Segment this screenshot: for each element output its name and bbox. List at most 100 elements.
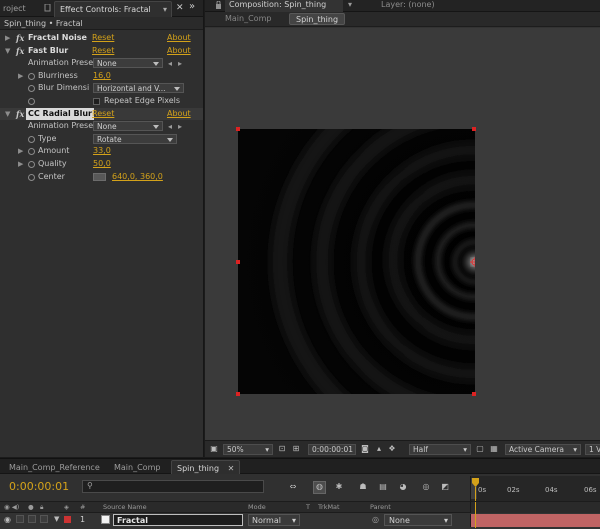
- effect-name[interactable]: CC Radial Blur: [26, 107, 94, 121]
- repeat-edge-checkbox[interactable]: [93, 97, 100, 105]
- grip-icon[interactable]: [44, 3, 51, 12]
- brainstorm-icon[interactable]: ◎: [421, 482, 431, 492]
- shy-layers-icon[interactable]: ☗: [358, 482, 368, 492]
- blend-mode-select[interactable]: Normal ▾: [248, 514, 300, 526]
- effect-row-cc-radial-blur[interactable]: ▼ fx CC Radial Blur Reset About: [0, 107, 203, 121]
- stopwatch-icon[interactable]: [28, 85, 35, 93]
- show-snapshot-icon[interactable]: ▴: [374, 444, 384, 454]
- subtab-main-comp[interactable]: Main_Comp: [225, 14, 271, 25]
- type-select[interactable]: Rotate: [93, 133, 177, 144]
- twirl-closed-icon[interactable]: ▶: [5, 32, 10, 45]
- frame-blending-icon[interactable]: ▤: [378, 482, 388, 492]
- layer-name-field[interactable]: Fractal: [113, 514, 243, 526]
- layer-duration-bar[interactable]: [470, 513, 600, 528]
- zoom-select[interactable]: 50% ▾: [223, 444, 273, 455]
- composition-canvas[interactable]: [238, 129, 475, 394]
- effect-row-fast-blur[interactable]: ▼ fx Fast Blur Reset About: [0, 45, 203, 58]
- solo-toggle[interactable]: [28, 515, 36, 523]
- label-color-swatch[interactable]: [64, 516, 71, 523]
- layer-search-input[interactable]: ⚲: [82, 480, 264, 493]
- column-source-name[interactable]: Source Name: [103, 503, 147, 511]
- stopwatch-icon[interactable]: [28, 97, 35, 105]
- reset-link[interactable]: Reset: [92, 45, 114, 58]
- about-link[interactable]: About: [167, 108, 191, 121]
- fx-icon[interactable]: fx: [16, 108, 24, 121]
- snapshot-camera-icon[interactable]: ◙: [360, 444, 370, 454]
- audio-toggle[interactable]: [16, 515, 24, 523]
- lock-icon[interactable]: [215, 0, 222, 9]
- reset-link[interactable]: Reset: [92, 32, 114, 45]
- twirl-open-icon[interactable]: ▼: [5, 45, 10, 58]
- tab-layer[interactable]: Layer: (none): [381, 0, 435, 11]
- close-icon[interactable]: ✕: [176, 3, 184, 13]
- time-ruler[interactable]: 0s 02s 04s 06s: [470, 476, 600, 501]
- pickwhip-icon[interactable]: ◎: [372, 515, 379, 524]
- resolution-select[interactable]: Half ▾: [409, 444, 471, 455]
- close-icon[interactable]: ✕: [228, 464, 235, 473]
- live-update-icon[interactable]: ◍: [313, 481, 326, 494]
- tab-composition[interactable]: Composition: Spin_thing: [225, 0, 343, 12]
- transform-handle[interactable]: [472, 127, 476, 131]
- fx-icon[interactable]: fx: [16, 32, 24, 45]
- column-number: #: [80, 503, 86, 511]
- comp-mini-flowchart-icon[interactable]: ⇔: [288, 482, 298, 492]
- quality-value[interactable]: 50,0: [93, 158, 111, 171]
- parent-select[interactable]: None ▾: [384, 514, 452, 526]
- current-time-timecode[interactable]: 0:00:00:01: [9, 480, 69, 493]
- subtab-spin-thing[interactable]: Spin_thing: [289, 13, 346, 25]
- stopwatch-icon[interactable]: [28, 173, 35, 181]
- center-value[interactable]: 640,0, 360,0: [112, 171, 163, 184]
- twirl-closed-icon[interactable]: ▶: [18, 158, 23, 171]
- color-channels-icon[interactable]: ❖: [387, 444, 397, 454]
- composition-viewer[interactable]: [205, 28, 600, 440]
- twirl-open-icon[interactable]: ▼: [5, 108, 10, 121]
- param-label: Blur Dimensi: [38, 83, 90, 93]
- graph-editor-icon[interactable]: ◩: [440, 482, 450, 492]
- amount-value[interactable]: 33,0: [93, 145, 111, 158]
- blur-dimensions-select[interactable]: Horizontal and V...: [93, 83, 184, 94]
- region-of-interest-icon[interactable]: ▢: [475, 444, 485, 454]
- camera-select[interactable]: Active Camera ▾: [505, 444, 581, 455]
- motion-blur-icon[interactable]: ◕: [398, 482, 408, 492]
- stopwatch-icon[interactable]: [28, 72, 35, 80]
- effect-name[interactable]: Fast Blur: [28, 45, 68, 58]
- tab-project[interactable]: roject: [0, 1, 31, 17]
- views-select[interactable]: 1 V: [585, 444, 600, 455]
- panel-menu-icon[interactable]: »: [189, 1, 195, 12]
- current-time-display[interactable]: 0:00:00:01: [308, 444, 356, 455]
- anchor-point-crosshair-icon[interactable]: [470, 257, 475, 267]
- transform-handle[interactable]: [236, 127, 240, 131]
- twirl-closed-icon[interactable]: ▼: [54, 515, 59, 523]
- point-target-icon[interactable]: [93, 172, 106, 181]
- transform-handle[interactable]: [236, 260, 240, 264]
- transform-handle[interactable]: [472, 392, 476, 396]
- fit-frame-icon[interactable]: ⊡: [277, 444, 287, 454]
- animation-preset-select[interactable]: None: [93, 58, 163, 69]
- fx-icon[interactable]: fx: [16, 45, 24, 58]
- about-link[interactable]: About: [167, 45, 191, 58]
- effect-row-fractal-noise[interactable]: ▶ fx Fractal Noise Reset About: [0, 32, 203, 45]
- playhead-icon[interactable]: [471, 477, 480, 501]
- animation-preset-select[interactable]: None: [93, 121, 163, 132]
- always-preview-icon[interactable]: ▣: [209, 444, 219, 454]
- stopwatch-icon[interactable]: [28, 148, 35, 156]
- visibility-eye-icon[interactable]: ◉: [4, 515, 11, 524]
- transparency-grid-icon[interactable]: ▦: [489, 444, 499, 454]
- blurriness-value[interactable]: 16,0: [93, 70, 111, 83]
- reset-link[interactable]: Reset: [92, 108, 114, 121]
- layer-column-headers: ◉ ◀) ● 🔒︎ ◈ # Source Name Mode T TrkMat …: [0, 501, 600, 514]
- stopwatch-icon[interactable]: [28, 160, 35, 168]
- layer-row[interactable]: ◉ ▼ 1 Fractal Normal ▾ ◎ None ▾: [0, 513, 600, 529]
- about-link[interactable]: About: [167, 32, 191, 45]
- grid-toggle-icon[interactable]: ⊞: [291, 444, 301, 454]
- twirl-closed-icon[interactable]: ▶: [18, 70, 23, 83]
- dropdown-arrow-icon[interactable]: ▾: [348, 0, 352, 9]
- dropdown-arrow-icon[interactable]: ▾: [163, 2, 167, 17]
- transform-handle[interactable]: [236, 392, 240, 396]
- twirl-closed-icon[interactable]: ▶: [18, 145, 23, 158]
- lock-toggle[interactable]: [40, 515, 48, 523]
- tab-effect-controls[interactable]: Effect Controls: Fractal ▾: [54, 1, 172, 17]
- effect-name[interactable]: Fractal Noise: [28, 32, 87, 45]
- draft-3d-icon[interactable]: ✱: [334, 482, 344, 492]
- stopwatch-icon[interactable]: [28, 135, 35, 143]
